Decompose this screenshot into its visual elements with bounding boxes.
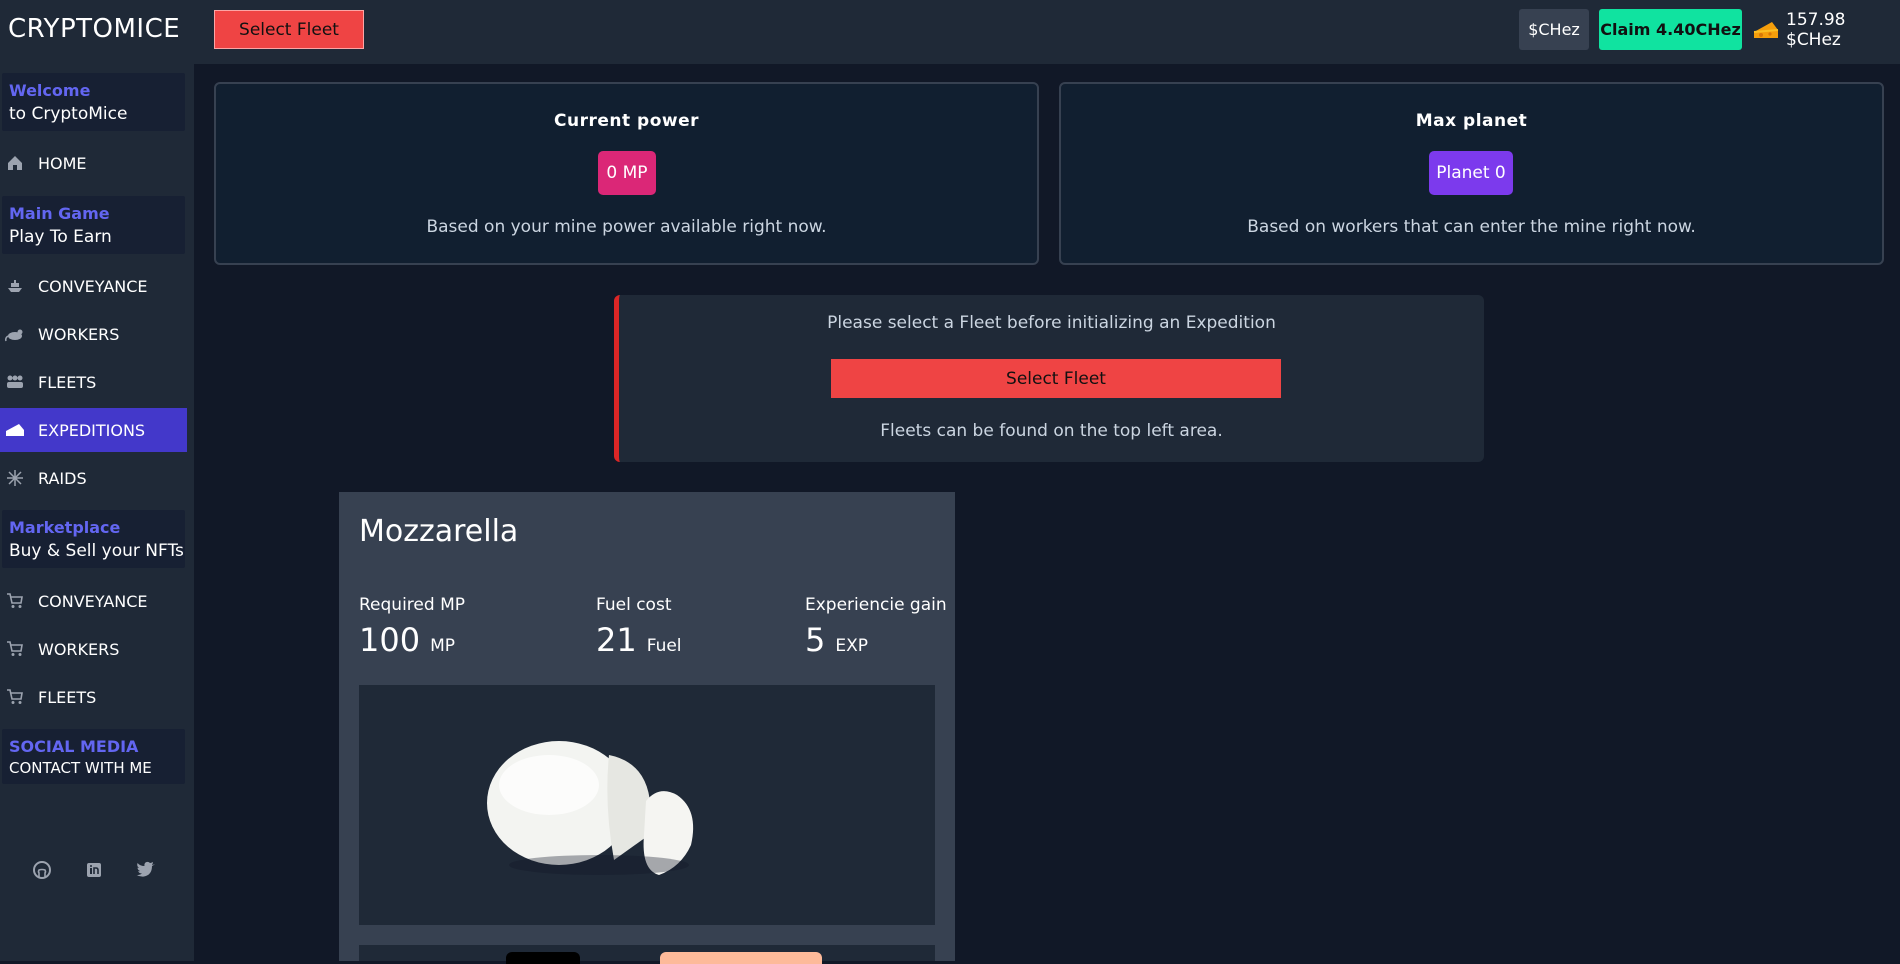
action-button-dark[interactable]: [506, 952, 580, 964]
users-icon: [4, 372, 26, 392]
fleet-notice: Please select a Fleet before initializin…: [614, 295, 1484, 462]
stat-required-mp: Required MP 100 MP: [359, 595, 465, 659]
marketplace-box: Marketplace Buy & Sell your NFTs: [2, 510, 185, 568]
notice-message: Please select a Fleet before initializin…: [827, 313, 1276, 333]
sidebar-item-label: FLEETS: [38, 372, 97, 392]
burst-icon: [4, 468, 26, 488]
stat-fuel-cost: Fuel cost 21 Fuel: [596, 595, 682, 659]
sidebar-item-home[interactable]: HOME: [0, 141, 187, 185]
github-icon[interactable]: [31, 859, 53, 881]
welcome-box: Welcome to CryptoMice: [2, 73, 185, 131]
sidebar-item-market-conveyance[interactable]: CONVEYANCE: [0, 579, 187, 623]
sidebar-item-label: FLEETS: [38, 687, 97, 707]
action-button-light[interactable]: [660, 952, 822, 964]
sidebar-item-raids[interactable]: RAIDS: [0, 456, 187, 500]
top-bar: CRYPTOMICE Select Fleet $CHez Claim 4.40…: [0, 0, 1900, 64]
cart-icon: [4, 687, 26, 707]
mozzarella-image: [487, 741, 694, 875]
max-planet-badge: Planet 0: [1429, 151, 1513, 195]
stat-value: 100: [359, 621, 421, 659]
sidebar-item-market-workers[interactable]: WORKERS: [0, 627, 187, 671]
social-subtitle: CONTACT WITH ME: [9, 759, 152, 777]
max-planet-title: Max planet: [1415, 111, 1528, 131]
current-power-title: Current power: [554, 111, 699, 131]
sidebar-item-workers[interactable]: WORKERS: [0, 312, 187, 356]
sidebar-item-label: CONVEYANCE: [38, 591, 148, 611]
sidebar-item-expeditions[interactable]: EXPEDITIONS: [0, 408, 187, 452]
balance-display: 157.98 $CHez: [1752, 10, 1900, 50]
stat-unit: Fuel: [646, 636, 682, 656]
linkedin-icon[interactable]: [83, 859, 105, 881]
mouse-icon: [4, 324, 26, 344]
welcome-subtitle: to CryptoMice: [9, 104, 128, 124]
expedition-actions: [359, 945, 935, 964]
main-game-box: Main Game Play To Earn: [2, 196, 185, 254]
sidebar-item-conveyance[interactable]: CONVEYANCE: [0, 264, 187, 308]
current-power-description: Based on your mine power available right…: [426, 217, 827, 237]
sidebar-item-market-fleets[interactable]: FLEETS: [0, 675, 187, 719]
stat-experience-gain: Experiencie gain 5 EXP: [805, 595, 947, 659]
stat-unit: MP: [430, 636, 455, 656]
expedition-card: Mozzarella Required MP 100 MP Fuel cost 2…: [339, 492, 955, 964]
main-game-title: Main Game: [9, 204, 110, 223]
expedition-name: Mozzarella: [359, 514, 519, 549]
sidebar-item-label: HOME: [38, 153, 87, 173]
app-logo[interactable]: CRYPTOMICE: [8, 14, 180, 44]
twitter-icon[interactable]: [135, 859, 157, 881]
notice-hint: Fleets can be found on the top left area…: [880, 421, 1223, 441]
marketplace-subtitle: Buy & Sell your NFTs: [9, 541, 184, 561]
cart-icon: [4, 591, 26, 611]
claim-button[interactable]: Claim 4.40CHez: [1599, 9, 1742, 50]
stat-value: 5: [805, 621, 826, 659]
sidebar-item-label: WORKERS: [38, 324, 120, 344]
current-power-card: Current power 0 MP Based on your mine po…: [214, 82, 1039, 265]
sidebar-item-fleets[interactable]: FLEETS: [0, 360, 187, 404]
sidebar: Welcome to CryptoMice HOME Main Game Pla…: [0, 64, 194, 961]
max-planet-description: Based on workers that can enter the mine…: [1247, 217, 1696, 237]
stat-label: Experiencie gain: [805, 595, 947, 615]
notice-select-fleet-button[interactable]: Select Fleet: [831, 359, 1281, 398]
welcome-title: Welcome: [9, 81, 91, 100]
social-box: SOCIAL MEDIA CONTACT WITH ME: [2, 729, 185, 784]
max-planet-card: Max planet Planet 0 Based on workers tha…: [1059, 82, 1884, 265]
social-title: SOCIAL MEDIA: [9, 737, 139, 756]
sidebar-item-label: EXPEDITIONS: [38, 420, 146, 440]
current-power-badge: 0 MP: [598, 151, 656, 195]
stat-label: Required MP: [359, 595, 465, 615]
stat-label: Fuel cost: [596, 595, 672, 615]
main-game-subtitle: Play To Earn: [9, 227, 112, 247]
stat-value: 21: [596, 621, 637, 659]
cheese-icon: [1752, 18, 1780, 42]
cheese-icon: [4, 420, 26, 440]
social-links: [0, 859, 187, 881]
token-button[interactable]: $CHez: [1519, 9, 1589, 50]
expedition-image: [359, 685, 935, 925]
sidebar-item-label: CONVEYANCE: [38, 276, 148, 296]
cart-icon: [4, 639, 26, 659]
sidebar-item-label: RAIDS: [38, 468, 87, 488]
home-icon: [4, 153, 26, 173]
balance-amount: 157.98 $CHez: [1786, 10, 1846, 50]
stat-unit: EXP: [835, 636, 868, 656]
sidebar-item-label: WORKERS: [38, 639, 120, 659]
ship-icon: [4, 276, 26, 296]
marketplace-title: Marketplace: [9, 518, 121, 537]
select-fleet-button[interactable]: Select Fleet: [214, 10, 364, 49]
